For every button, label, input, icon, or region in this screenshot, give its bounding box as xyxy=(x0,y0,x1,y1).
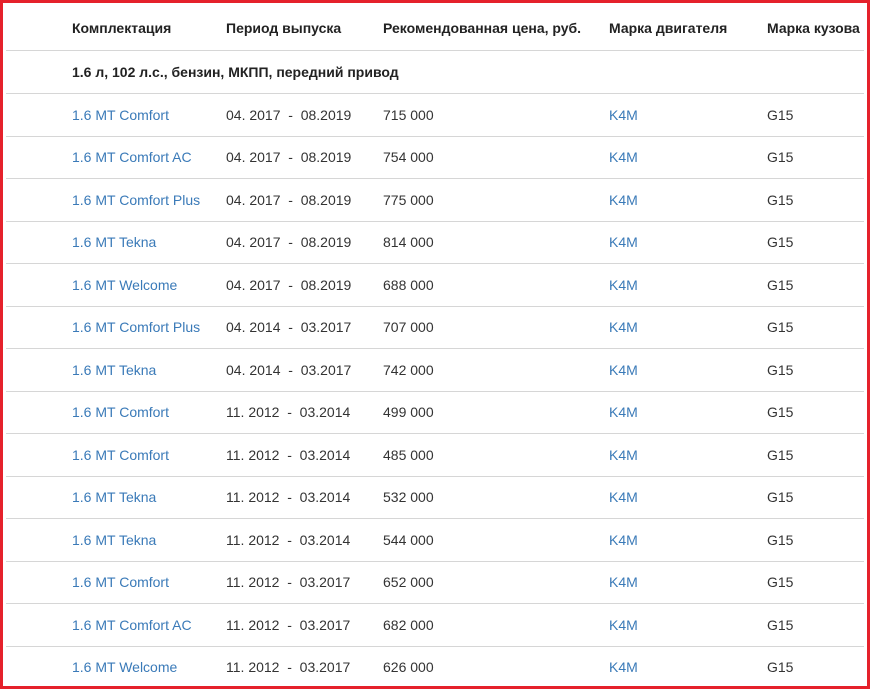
trim-link[interactable]: 1.6 MT Comfort Plus xyxy=(72,307,200,349)
price-cell: 626 000 xyxy=(383,659,434,676)
table-row: 1.6 MT Comfort Plus 04. 2014 - 03.2017 707… xyxy=(6,307,864,349)
price-cell: 688 000 xyxy=(383,276,434,293)
body-cell: G15 xyxy=(767,489,794,506)
period-cell: 11. 2012 - 03.2014 xyxy=(226,404,351,421)
engine-link[interactable]: K4M xyxy=(609,434,638,476)
period-cell: 04. 2017 - 08.2019 xyxy=(226,234,352,251)
engine-link[interactable]: K4M xyxy=(609,647,638,687)
table-row: 1.6 MT Tekna 11. 2012 - 03.2014 532 000 K4M… xyxy=(6,477,864,519)
period-cell: 04. 2014 - 03.2017 xyxy=(226,319,352,336)
screenshot-frame: Комплектация Период выпуска Рекомендован… xyxy=(0,0,870,689)
trim-link[interactable]: 1.6 MT Tekna xyxy=(72,222,156,264)
body-cell: G15 xyxy=(767,531,794,548)
table-row: 1.6 MT Tekna 04. 2017 - 08.2019 814 000 K4M… xyxy=(6,222,864,264)
period-cell: 04. 2014 - 03.2017 xyxy=(226,361,352,378)
header-engine[interactable]: Марка двигателя xyxy=(609,6,727,50)
period-cell: 04. 2017 - 08.2019 xyxy=(226,191,352,208)
price-cell: 814 000 xyxy=(383,234,434,251)
engine-group-row: 1.6 л, 102 л.с., бензин, МКПП, передний … xyxy=(6,51,864,94)
body-cell: G15 xyxy=(767,446,794,463)
table-row: 1.6 MT Welcome 04. 2017 - 08.2019 688 000 K… xyxy=(6,264,864,307)
trim-link[interactable]: 1.6 MT Comfort xyxy=(72,94,169,136)
trim-link[interactable]: 1.6 MT Comfort xyxy=(72,392,169,434)
table-row: 1.6 MT Comfort AC 11. 2012 - 03.2017 682 0… xyxy=(6,604,864,647)
trim-link[interactable]: 1.6 MT Welcome xyxy=(72,264,177,306)
period-cell: 04. 2017 - 08.2019 xyxy=(226,106,352,123)
body-cell: G15 xyxy=(767,234,794,251)
trim-link[interactable]: 1.6 MT Comfort Plus xyxy=(72,179,200,221)
table-row: 1.6 MT Welcome 11. 2012 - 03.2017 626 000 K… xyxy=(6,647,864,687)
price-cell: 682 000 xyxy=(383,616,434,633)
table-row: 1.6 MT Comfort 11. 2012 - 03.2017 652 000 K… xyxy=(6,562,864,604)
engine-link[interactable]: K4M xyxy=(609,94,638,136)
price-cell: 742 000 xyxy=(383,361,434,378)
table-row: 1.6 MT Tekna 04. 2014 - 03.2017 742 000 K4M… xyxy=(6,349,864,392)
body-cell: G15 xyxy=(767,319,794,336)
price-cell: 652 000 xyxy=(383,574,434,591)
body-cell: G15 xyxy=(767,574,794,591)
trim-link[interactable]: 1.6 MT Comfort xyxy=(72,562,169,604)
body-cell: G15 xyxy=(767,404,794,421)
body-cell: G15 xyxy=(767,659,794,676)
engine-link[interactable]: K4M xyxy=(609,604,638,646)
engine-group-label: 1.6 л, 102 л.с., бензин, МКПП, передний … xyxy=(72,64,399,80)
trim-link[interactable]: 1.6 MT Comfort AC xyxy=(72,137,192,179)
engine-link[interactable]: K4M xyxy=(609,562,638,604)
table-row: 1.6 MT Comfort 04. 2017 - 08.2019 715 000 K… xyxy=(6,94,864,137)
body-cell: G15 xyxy=(767,361,794,378)
trim-link[interactable]: 1.6 MT Tekna xyxy=(72,349,156,391)
engine-link[interactable]: K4M xyxy=(609,307,638,349)
table-row: 1.6 MT Comfort 11. 2012 - 03.2014 499 000 K… xyxy=(6,392,864,434)
body-cell: G15 xyxy=(767,106,794,123)
trim-link[interactable]: 1.6 MT Comfort AC xyxy=(72,604,192,646)
table-row: 1.6 MT Comfort 11. 2012 - 03.2014 485 000 K… xyxy=(6,434,864,477)
period-cell: 11. 2012 - 03.2017 xyxy=(226,616,351,633)
price-cell: 707 000 xyxy=(383,319,434,336)
period-cell: 04. 2017 - 08.2019 xyxy=(226,149,352,166)
trim-link[interactable]: 1.6 MT Comfort xyxy=(72,434,169,476)
engine-link[interactable]: K4M xyxy=(609,222,638,264)
body-cell: G15 xyxy=(767,616,794,633)
engine-link[interactable]: K4M xyxy=(609,477,638,519)
engine-link[interactable]: K4M xyxy=(609,264,638,306)
period-cell: 11. 2012 - 03.2014 xyxy=(226,531,351,548)
price-cell: 544 000 xyxy=(383,531,434,548)
table-row: 1.6 MT Comfort AC 04. 2017 - 08.2019 754 0… xyxy=(6,137,864,179)
period-cell: 04. 2017 - 08.2019 xyxy=(226,276,352,293)
trim-link[interactable]: 1.6 MT Tekna xyxy=(72,519,156,561)
trim-link[interactable]: 1.6 MT Tekna xyxy=(72,477,156,519)
trim-link[interactable]: 1.6 MT Welcome xyxy=(72,647,177,687)
price-cell: 775 000 xyxy=(383,191,434,208)
period-cell: 11. 2012 - 03.2017 xyxy=(226,659,351,676)
engine-link[interactable]: K4M xyxy=(609,349,638,391)
price-cell: 715 000 xyxy=(383,106,434,123)
price-cell: 754 000 xyxy=(383,149,434,166)
table-header: Комплектация Период выпуска Рекомендован… xyxy=(6,6,864,51)
engine-link[interactable]: K4M xyxy=(609,137,638,179)
body-cell: G15 xyxy=(767,276,794,293)
price-cell: 532 000 xyxy=(383,489,434,506)
header-period[interactable]: Период выпуска xyxy=(226,6,341,50)
header-price[interactable]: Рекомендованная цена, руб. xyxy=(383,6,581,50)
engine-link[interactable]: K4M xyxy=(609,392,638,434)
header-body[interactable]: Марка кузова xyxy=(767,6,860,50)
period-cell: 11. 2012 - 03.2014 xyxy=(226,446,351,463)
period-cell: 11. 2012 - 03.2017 xyxy=(226,574,351,591)
engine-link[interactable]: K4M xyxy=(609,179,638,221)
table-row: 1.6 MT Comfort Plus 04. 2017 - 08.2019 775… xyxy=(6,179,864,222)
body-cell: G15 xyxy=(767,191,794,208)
table-row: 1.6 MT Tekna 11. 2012 - 03.2014 544 000 K4M… xyxy=(6,519,864,562)
engine-link[interactable]: K4M xyxy=(609,519,638,561)
price-cell: 485 000 xyxy=(383,446,434,463)
period-cell: 11. 2012 - 03.2014 xyxy=(226,489,351,506)
body-cell: G15 xyxy=(767,149,794,166)
price-cell: 499 000 xyxy=(383,404,434,421)
header-trim[interactable]: Комплектация xyxy=(72,6,171,50)
